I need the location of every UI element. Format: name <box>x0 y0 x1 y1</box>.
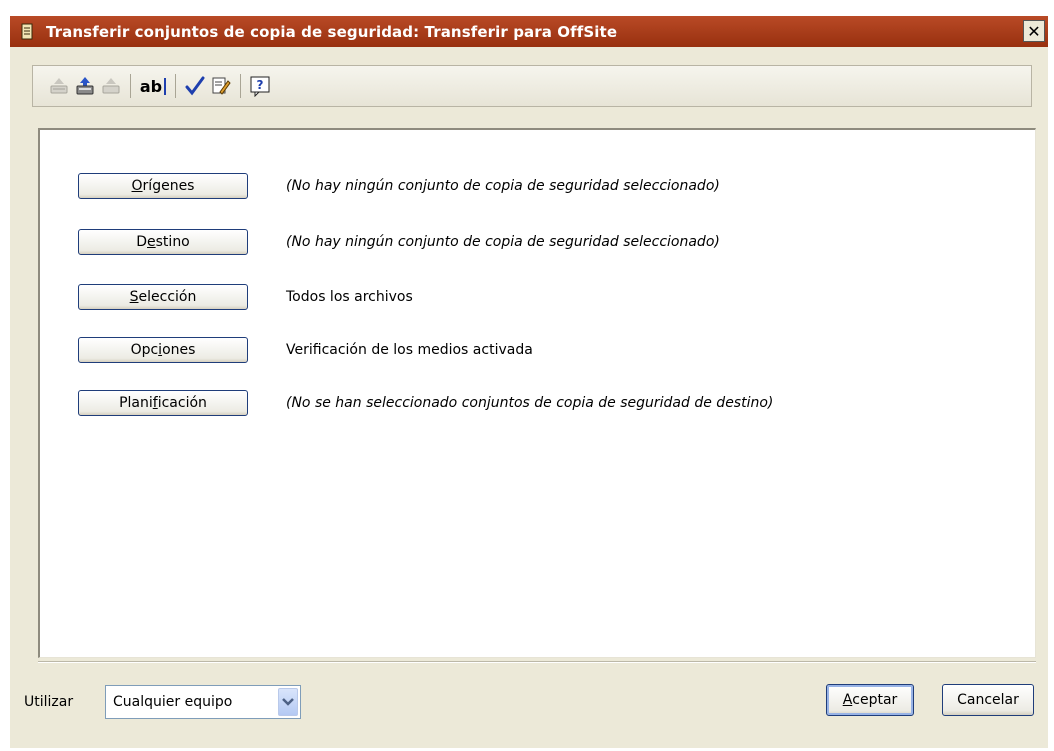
aceptar-button[interactable]: Aceptar <box>826 684 914 716</box>
close-button[interactable]: ✕ <box>1023 20 1045 42</box>
options-panel: Orígenes (No hay ningún conjunto de copi… <box>38 128 1036 658</box>
origenes-button[interactable]: Orígenes <box>78 173 248 199</box>
cancelar-button[interactable]: Cancelar <box>942 684 1034 716</box>
help-icon[interactable]: ? <box>248 74 272 98</box>
planificacion-desc: (No se han seleccionado conjuntos de cop… <box>286 395 774 411</box>
rename-icon[interactable]: ab <box>138 74 168 98</box>
seleccion-button[interactable]: Selección <box>78 284 248 310</box>
destino-desc: (No hay ningún conjunto de copia de segu… <box>286 234 720 250</box>
script-icon <box>16 21 38 43</box>
edit-script-icon[interactable] <box>209 74 233 98</box>
row-opciones: Opc i ones Verificación de los medios acti… <box>78 336 533 364</box>
eject-icon[interactable] <box>47 74 71 98</box>
opciones-desc: Verificación de los medios activada <box>286 342 533 358</box>
planificacion-button[interactable]: Plani f icación <box>78 390 248 416</box>
check-icon[interactable] <box>183 74 207 98</box>
tray-up-icon[interactable] <box>73 74 97 98</box>
title-bar[interactable]: Transferir conjuntos de copia de segurid… <box>10 16 1048 47</box>
origenes-desc: (No hay ningún conjunto de copia de segu… <box>286 178 720 194</box>
toolbar: ab ? <box>32 65 1032 107</box>
row-seleccion: Selección Todos los archivos <box>78 283 413 311</box>
dialog-window: Transferir conjuntos de copia de segurid… <box>10 16 1048 748</box>
row-destino: De stino (No hay ningún conjunto de copia… <box>78 228 720 256</box>
svg-text:?: ? <box>257 78 264 92</box>
opciones-button[interactable]: Opc i ones <box>78 337 248 363</box>
rename-label: ab <box>139 76 163 96</box>
utilizar-select[interactable]: Cualquier equipo <box>105 685 301 719</box>
toolbar-separator <box>240 74 241 98</box>
row-planificacion: Plani f icación (No se han seleccionado co… <box>78 389 773 417</box>
toolbar-separator <box>175 74 176 98</box>
utilizar-select-value: Cualquier equipo <box>113 694 233 710</box>
footer-divider <box>38 661 1036 663</box>
utilizar-label: Utilizar <box>24 694 74 710</box>
row-origenes: Orígenes (No hay ningún conjunto de copi… <box>78 172 720 200</box>
destino-button[interactable]: De stino <box>78 229 248 255</box>
chevron-down-icon[interactable] <box>278 688 298 716</box>
close-icon: ✕ <box>1027 21 1041 41</box>
eject-alt-icon[interactable] <box>99 74 123 98</box>
toolbar-separator <box>130 74 131 98</box>
window-title: Transferir conjuntos de copia de segurid… <box>46 22 618 41</box>
seleccion-desc: Todos los archivos <box>286 289 413 305</box>
